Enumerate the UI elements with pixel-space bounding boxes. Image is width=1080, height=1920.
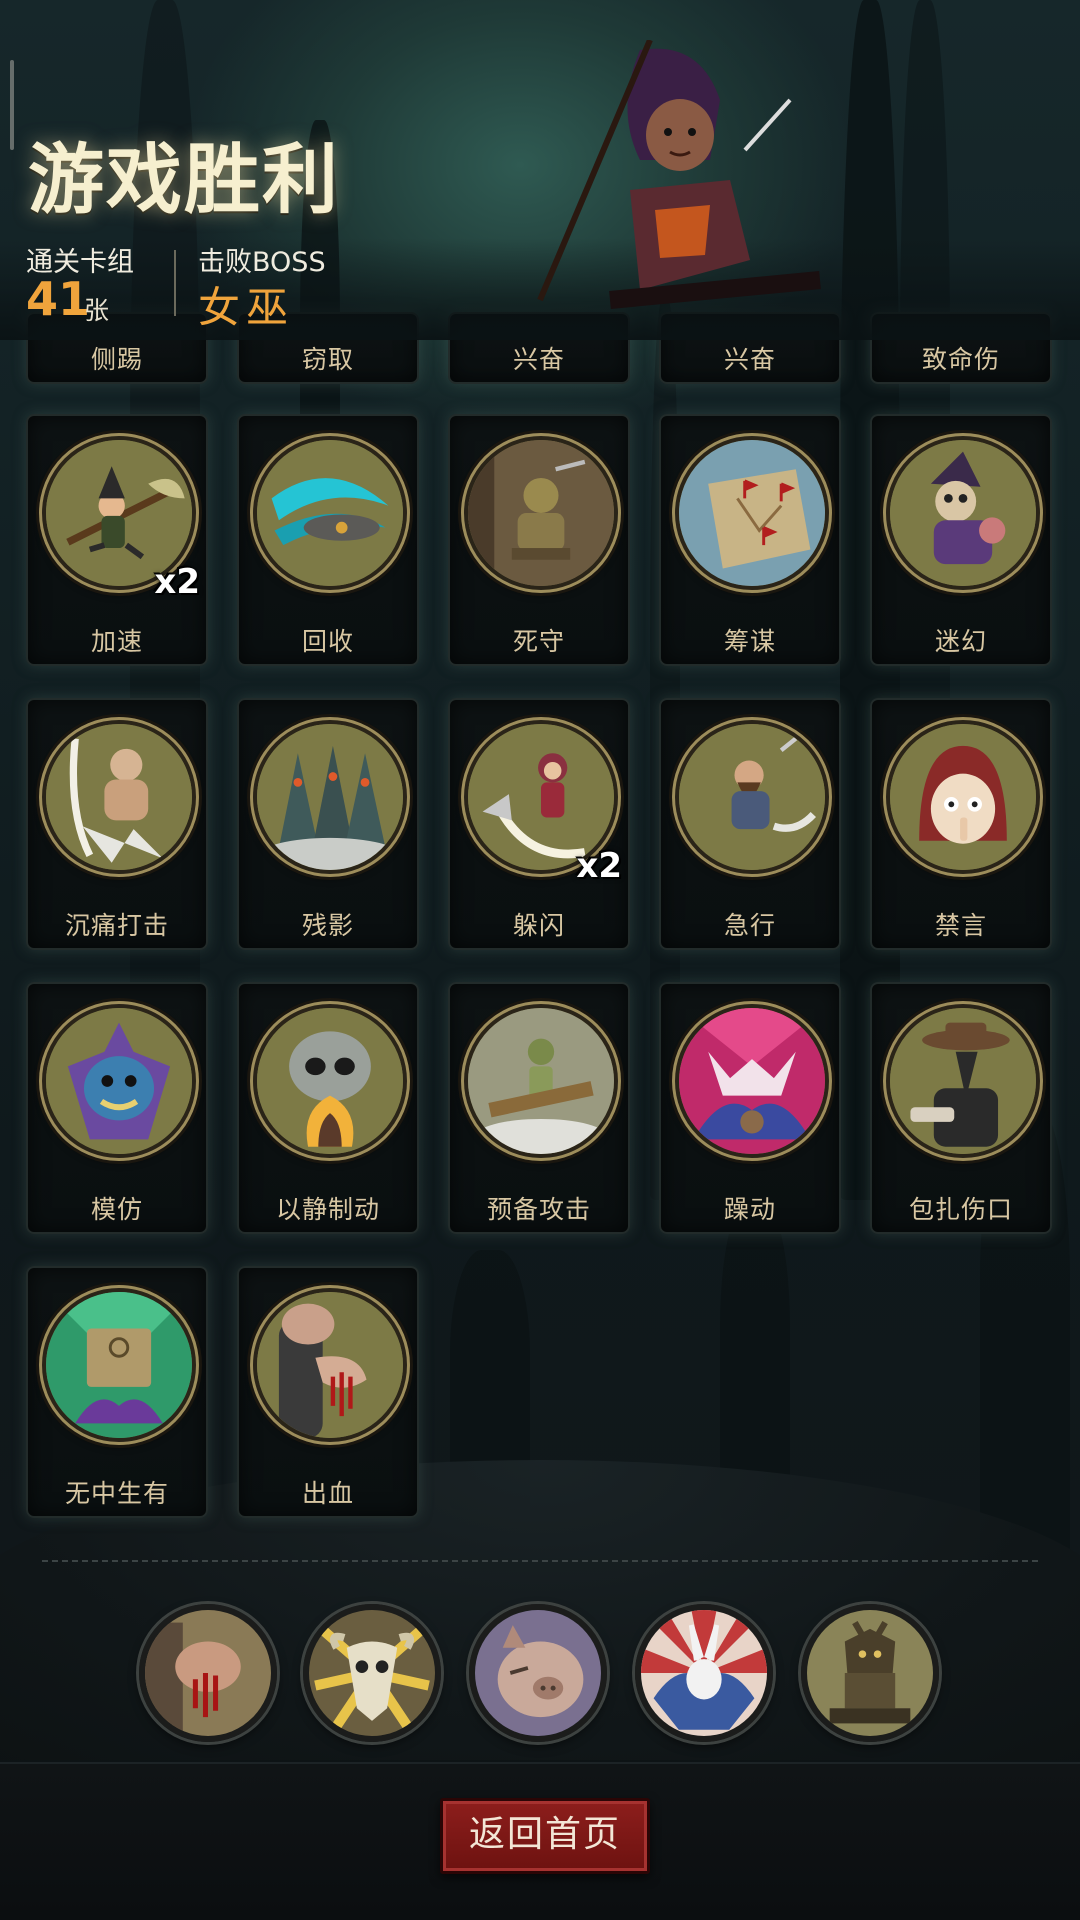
card-name: 残影 [301,911,354,940]
card[interactable]: 预备攻击 [448,982,630,1234]
victory-header: 游戏胜利 通关卡组 41 张 击败BOSS 女巫 [0,0,1080,340]
relic-jester-rabbit[interactable] [635,1604,773,1742]
card-name: 预备攻击 [486,1195,591,1224]
card[interactable]: 躁动 [659,982,841,1234]
card[interactable]: 筹谋 [659,414,841,666]
card[interactable]: 沉痛打击 [26,698,208,950]
card-name: 侧踢 [90,345,143,374]
card[interactable]: x2 加速 [26,414,208,666]
card[interactable]: 以静制动 [237,982,419,1234]
card[interactable]: 急行 [659,698,841,950]
pig-mask-icon [475,1610,601,1736]
card-name: 急行 [723,911,776,940]
page-title: 游戏胜利 [28,135,340,224]
skull-flame-icon [253,1004,407,1158]
card-name: 模仿 [90,1195,143,1224]
goblin-guard-icon [464,436,618,590]
card[interactable]: x2 躲闪 [448,698,630,950]
card-name: 兴奋 [512,345,565,374]
card-name: 包扎伤口 [908,1195,1013,1224]
card-name: 回收 [301,627,354,656]
puppet-icon [464,1004,618,1158]
card[interactable]: 迷幻 [870,414,1052,666]
plague-doctor-icon [886,1004,1040,1158]
stat-divider [174,250,176,316]
card-count-badge: x2 [154,562,200,602]
battle-map-icon [675,436,829,590]
card[interactable]: 残影 [237,698,419,950]
card-name: 筹谋 [723,627,776,656]
card-name: 躁动 [723,1195,776,1224]
frenzy-beast-icon [675,1004,829,1158]
card-name: 加速 [90,627,143,656]
witch-trio-icon [886,436,1040,590]
card-count-badge: x2 [576,846,622,886]
card-name: 兴奋 [723,345,776,374]
card-name: 死守 [512,627,565,656]
hushing-hood-icon [886,720,1040,874]
card-name: 迷幻 [934,627,987,656]
dashing-dwarf-icon [675,720,829,874]
bleeding-hand-icon [145,1610,271,1736]
relic-bull-skull[interactable] [303,1604,441,1742]
boss-name: 女巫 [198,283,295,332]
card-name: 致命伤 [921,345,1000,374]
return-home-button[interactable]: 返回首页 [440,1798,650,1874]
card[interactable]: 出血 [237,1266,419,1518]
bull-skull-icon [309,1610,435,1736]
card-name: 窃取 [301,345,354,374]
card-name: 禁言 [934,911,987,940]
card[interactable]: 死守 [448,414,630,666]
card[interactable]: 无中生有 [26,1266,208,1518]
card-name: 出血 [301,1479,354,1508]
card-name: 沉痛打击 [64,911,169,940]
card[interactable]: 模仿 [26,982,208,1234]
relic-bleeding-hand[interactable] [139,1604,277,1742]
divider [42,1560,1038,1562]
deck-unit: 张 [84,296,110,325]
hero-huntress-icon [537,40,821,309]
card-name: 躲闪 [512,911,565,940]
relic-pig-mask[interactable] [469,1604,607,1742]
stone-idol-icon [807,1610,933,1736]
spinning-disc-icon [253,436,407,590]
jester-rabbit-icon [641,1610,767,1736]
bleeding-hand-icon [253,1288,407,1442]
deck-count: 41 [26,272,91,326]
card[interactable]: 包扎伤口 [870,982,1052,1234]
card[interactable]: 回收 [237,414,419,666]
card-name: 无中生有 [64,1479,169,1508]
relic-stone-idol[interactable] [801,1604,939,1742]
tome-flower-icon [42,1288,196,1442]
card-name: 以静制动 [275,1195,380,1224]
brute-strike-icon [42,720,196,874]
hooded-clones-icon [253,720,407,874]
scroll-indicator [10,60,14,150]
masked-goblin-icon [42,1004,196,1158]
card[interactable]: 禁言 [870,698,1052,950]
